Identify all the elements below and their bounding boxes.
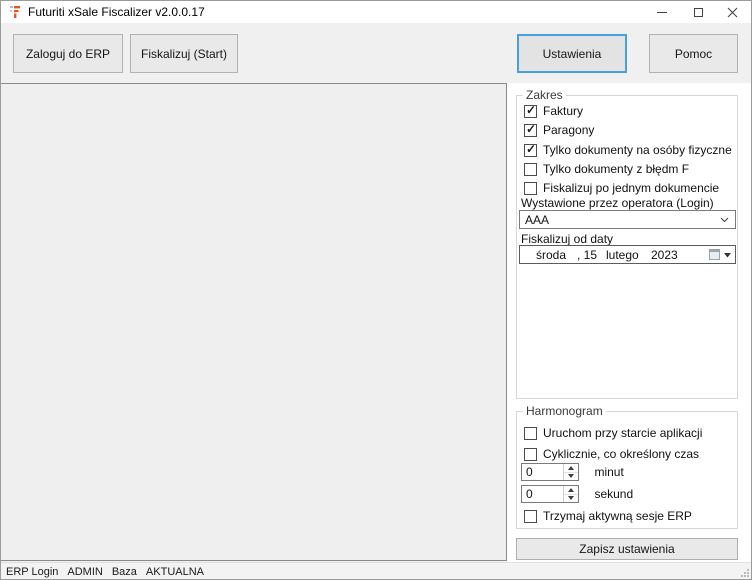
checkbox-trzymaj-sesje-label[interactable]: Trzymaj aktywną sesje ERP [543, 509, 692, 523]
checkbox-faktury-label[interactable]: Faktury [543, 104, 583, 118]
checkbox-uruchom-start[interactable] [524, 427, 537, 440]
checkbox-row-osoby-fizyczne[interactable]: Tylko dokumenty na osóby fizyczne [524, 143, 732, 157]
date-day[interactable]: , 15 [577, 248, 597, 262]
minimize-button[interactable] [646, 1, 678, 23]
maximize-icon [694, 8, 703, 17]
checkbox-trzymaj-sesje[interactable] [524, 510, 537, 523]
date-month[interactable]: lutego [606, 248, 639, 262]
chevron-down-icon [568, 496, 574, 500]
checkbox-row-faktury[interactable]: Faktury [524, 104, 583, 118]
group-zakres-title: Zakres [523, 88, 566, 102]
checkbox-cyklicznie[interactable] [524, 448, 537, 461]
chevron-down-icon [568, 474, 574, 478]
seconds-value[interactable]: 0 [526, 487, 533, 501]
close-icon [727, 7, 738, 18]
help-button[interactable]: Pomoc [649, 34, 738, 73]
window-title: Futuriti xSale Fiscalizer v2.0.0.17 [28, 1, 205, 23]
save-settings-button[interactable]: Zapisz ustawienia [516, 538, 738, 560]
checkbox-row-jeden-dokument[interactable]: Fiskalizuj po jednym dokumencie [524, 181, 719, 195]
chevron-up-icon [568, 488, 574, 492]
date-weekday[interactable]: środa [536, 248, 566, 262]
operator-label: Wystawione przez operatora (Login) [521, 196, 714, 210]
date-year[interactable]: 2023 [651, 248, 678, 262]
checkbox-row-trzymaj-sesje[interactable]: Trzymaj aktywną sesje ERP [524, 509, 692, 523]
close-button[interactable] [715, 1, 749, 23]
calendar-dropdown-icon[interactable] [724, 253, 731, 258]
status-erp-login-label: ERP Login [6, 566, 58, 578]
status-baza-value: AKTUALNA [146, 566, 204, 578]
log-output-panel[interactable] [1, 83, 507, 561]
operator-combobox[interactable]: AAA [519, 210, 736, 229]
seconds-row: 0 sekund [521, 485, 633, 503]
checkbox-jeden-dokument-label[interactable]: Fiskalizuj po jednym dokumencie [543, 181, 719, 195]
app-window: Futuriti xSale Fiscalizer v2.0.0.17 Zalo… [0, 0, 752, 580]
seconds-increment-button[interactable] [564, 486, 578, 495]
group-harmonogram: Harmonogram Uruchom przy starcie aplikac… [516, 411, 738, 529]
status-erp-login-value: ADMIN [67, 566, 102, 578]
chevron-up-icon [568, 466, 574, 470]
seconds-unit-label: sekund [594, 485, 633, 503]
fiscalize-start-button[interactable]: Fiskalizuj (Start) [130, 34, 238, 73]
checkbox-paragony-label[interactable]: Paragony [543, 123, 594, 137]
seconds-decrement-button[interactable] [564, 495, 578, 503]
minutes-spinner[interactable]: 0 [521, 463, 579, 481]
checkbox-jeden-dokument[interactable] [524, 182, 537, 195]
checkbox-cyklicznie-label[interactable]: Cyklicznie, co określony czas [543, 447, 699, 461]
status-bar: ERP Login ADMIN Baza AKTUALNA [1, 562, 751, 580]
checkbox-osoby-fizyczne-label[interactable]: Tylko dokumenty na osóby fizyczne [543, 143, 732, 157]
status-baza-label: Baza [112, 566, 137, 578]
minutes-increment-button[interactable] [564, 464, 578, 473]
settings-button[interactable]: Ustawienia [517, 34, 627, 73]
checkbox-row-uruchom-start[interactable]: Uruchom przy starcie aplikacji [524, 426, 702, 440]
login-erp-button[interactable]: Zaloguj do ERP [13, 34, 123, 73]
checkbox-blad-f-label[interactable]: Tylko dokumenty z błędm F [543, 162, 689, 176]
maximize-button[interactable] [682, 1, 714, 23]
minutes-value[interactable]: 0 [526, 465, 533, 479]
checkbox-row-paragony[interactable]: Paragony [524, 123, 594, 137]
seconds-spinner-buttons [563, 486, 578, 502]
date-from-label: Fiskalizuj od daty [521, 232, 613, 246]
title-bar: Futuriti xSale Fiscalizer v2.0.0.17 [1, 1, 751, 23]
group-harmonogram-title: Harmonogram [523, 404, 606, 418]
checkbox-faktury[interactable] [524, 105, 537, 118]
resize-grip[interactable] [740, 568, 749, 577]
chevron-down-icon [720, 217, 729, 223]
seconds-spinner[interactable]: 0 [521, 485, 579, 503]
minutes-row: 0 minut [521, 463, 624, 481]
minimize-icon [657, 12, 667, 13]
minutes-spinner-buttons [563, 464, 578, 480]
checkbox-row-blad-f[interactable]: Tylko dokumenty z błędm F [524, 162, 689, 176]
checkbox-paragony[interactable] [524, 124, 537, 137]
calendar-icon [709, 249, 720, 260]
checkbox-row-cyklicznie[interactable]: Cyklicznie, co określony czas [524, 447, 699, 461]
settings-panel: Zakres Faktury Paragony Tylko dokumenty … [507, 83, 752, 562]
checkbox-blad-f[interactable] [524, 163, 537, 176]
app-logo-icon [9, 5, 23, 19]
operator-combobox-value: AAA [525, 213, 549, 227]
checkbox-osoby-fizyczne[interactable] [524, 144, 537, 157]
date-picker[interactable]: środa , 15 lutego 2023 [519, 245, 736, 264]
minutes-unit-label: minut [594, 463, 623, 481]
checkbox-uruchom-start-label[interactable]: Uruchom przy starcie aplikacji [543, 426, 702, 440]
minutes-decrement-button[interactable] [564, 473, 578, 481]
group-zakres: Zakres Faktury Paragony Tylko dokumenty … [516, 95, 738, 399]
